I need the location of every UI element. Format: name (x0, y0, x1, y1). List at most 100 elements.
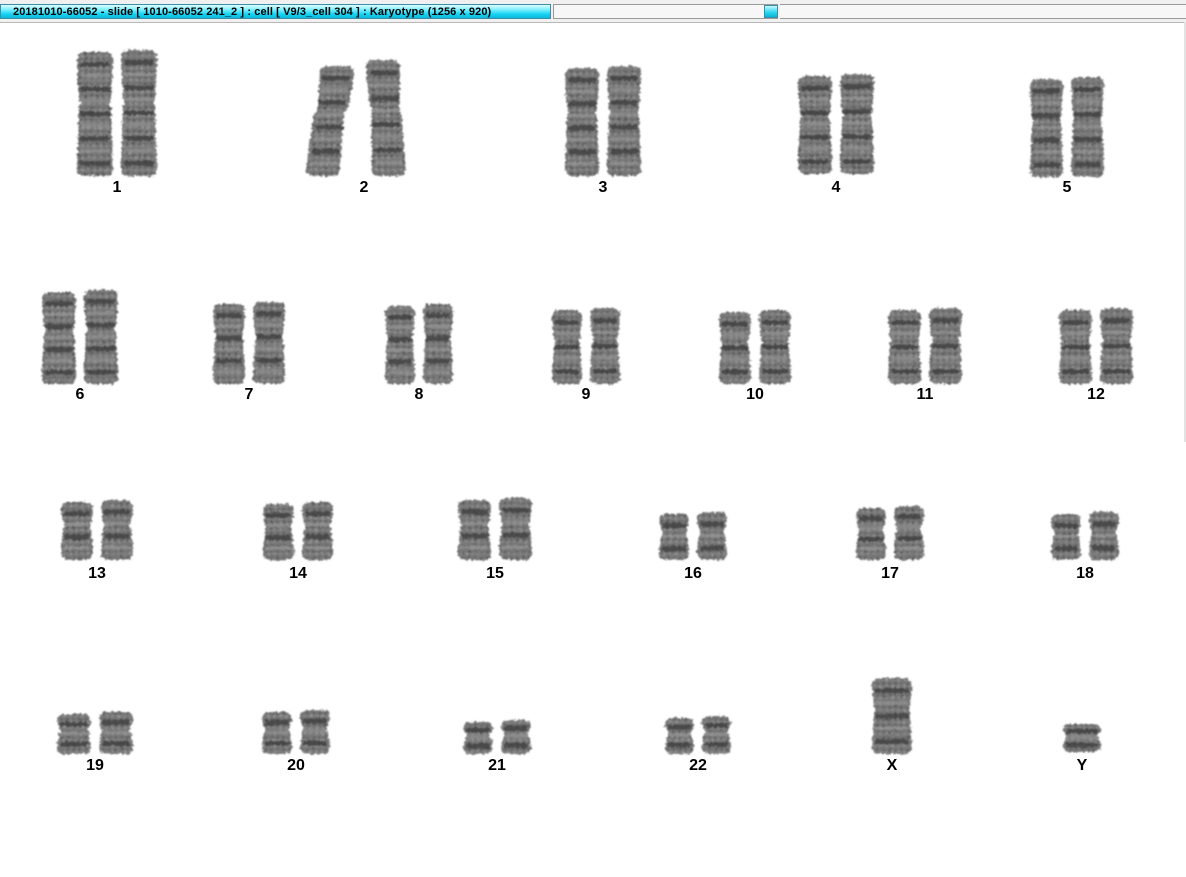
chromosome-pair-16[interactable]: 16 (659, 512, 727, 582)
chromatid-right[interactable] (84, 290, 118, 384)
chromosome-label: 21 (488, 757, 506, 774)
chromosome-pair-9[interactable]: 9 (552, 308, 620, 403)
chromatid-right[interactable] (607, 66, 641, 176)
chromatid-right[interactable] (702, 716, 731, 754)
title-strip-middle (553, 4, 778, 19)
chromosome-label: 19 (86, 757, 104, 774)
chromosome-label: 6 (76, 386, 85, 403)
chromatid-left[interactable] (61, 502, 93, 560)
chromatid-right[interactable] (840, 74, 874, 174)
chromatid-left[interactable] (856, 508, 886, 560)
chromatid-left[interactable] (1051, 514, 1081, 560)
chromatid-left[interactable] (665, 718, 694, 754)
chromosome-label: 13 (88, 565, 106, 582)
chromosome-pair-1[interactable]: 1 (77, 50, 157, 196)
chromosome-label: 8 (415, 386, 424, 403)
chromatid-right[interactable] (929, 308, 962, 384)
chromatid-left[interactable] (213, 304, 245, 384)
chromosome-label: 22 (689, 757, 707, 774)
chromatid-left[interactable] (659, 514, 689, 560)
chromatid-right[interactable] (423, 304, 453, 384)
chromosome-pair-17[interactable]: 17 (856, 506, 924, 582)
chromosome-pair-3[interactable]: 3 (565, 66, 641, 196)
chromatid-right[interactable] (501, 720, 531, 754)
chromosome-pair-7[interactable]: 7 (213, 302, 285, 403)
window-title-tab[interactable]: 20181010-66052 - slide [ 1010-66052 241_… (0, 4, 551, 19)
chromatid-left[interactable] (565, 68, 599, 176)
chromatid-right[interactable] (1100, 308, 1133, 384)
chromatid-left[interactable] (385, 306, 415, 384)
chromosome-pair-19[interactable]: 19 (57, 712, 133, 774)
chromosome-label: 12 (1087, 386, 1105, 403)
chromosome-label: X (887, 757, 898, 774)
window-titlebar: 20181010-66052 - slide [ 1010-66052 241_… (0, 0, 1186, 23)
chromatid-left[interactable] (306, 66, 354, 176)
chromosome-pair-12[interactable]: 12 (1059, 308, 1133, 403)
chromatid-right[interactable] (302, 502, 333, 560)
chromosome-label: 10 (746, 386, 764, 403)
chromatid-right[interactable] (590, 308, 620, 384)
chromatid-right[interactable] (894, 506, 924, 560)
chromatid-left[interactable] (1059, 310, 1092, 384)
chromatid-left[interactable] (463, 722, 493, 754)
chromosome-label: 5 (1063, 179, 1072, 196)
chromosome-pair-X[interactable]: X (872, 678, 912, 774)
chromosome-pair-5[interactable]: 5 (1030, 77, 1104, 196)
chromosome-pair-20[interactable]: 20 (262, 710, 330, 774)
chromatid-left[interactable] (798, 76, 832, 174)
chromatid-right[interactable] (366, 60, 406, 176)
chromatid-left[interactable] (552, 310, 582, 384)
chromosome-label: 14 (289, 565, 307, 582)
chromosome-label: 7 (245, 386, 254, 403)
chromatid-right[interactable] (121, 50, 157, 176)
chromosome-pair-15[interactable]: 15 (458, 498, 532, 582)
chromosome-label: 20 (287, 757, 305, 774)
chromosome-pair-22[interactable]: 22 (665, 716, 731, 774)
chromosome-label: 3 (599, 179, 608, 196)
chromatid-left[interactable] (263, 504, 294, 560)
chromosome-pair-11[interactable]: 11 (888, 308, 962, 403)
chromatid-left[interactable] (57, 714, 91, 754)
chromatid-right[interactable] (99, 712, 133, 754)
chromatid-left[interactable] (262, 712, 292, 754)
chromosome-pair-Y[interactable]: Y (1063, 724, 1101, 774)
chromatid-left[interactable] (42, 292, 76, 384)
chromatid-right[interactable] (300, 710, 330, 754)
chromosome-label: 18 (1076, 565, 1094, 582)
chromatid-right[interactable] (1071, 77, 1104, 177)
chromatid-right[interactable] (697, 512, 727, 560)
chromosome-pair-14[interactable]: 14 (263, 502, 333, 582)
chromosome-label: 1 (113, 179, 122, 196)
chromosome-pair-21[interactable]: 21 (463, 720, 531, 774)
chromosome-label: 16 (684, 565, 702, 582)
window-control-button[interactable] (764, 5, 778, 18)
chromosome-pair-10[interactable]: 10 (719, 310, 791, 403)
chromosome-label: 4 (832, 179, 841, 196)
chromatid-right[interactable] (499, 498, 532, 560)
chromatid-left[interactable] (719, 312, 751, 384)
chromosome-pair-13[interactable]: 13 (61, 500, 133, 582)
chromatid-left[interactable] (458, 500, 491, 560)
chromosome-pair-18[interactable]: 18 (1051, 512, 1119, 582)
chromosome-pair-8[interactable]: 8 (385, 304, 453, 403)
chromatid-single[interactable] (872, 678, 912, 754)
chromosome-label: 17 (881, 565, 899, 582)
chromatid-left[interactable] (1030, 79, 1063, 177)
title-strip-right (780, 4, 1186, 19)
chromatid-left[interactable] (888, 310, 921, 384)
window-title: 20181010-66052 - slide [ 1010-66052 241_… (13, 6, 492, 18)
chromosome-pair-4[interactable]: 4 (798, 74, 874, 196)
chromatid-right[interactable] (759, 310, 791, 384)
chromatid-right[interactable] (253, 302, 285, 384)
chromosome-label: 2 (360, 179, 369, 196)
chromosome-label: 9 (582, 386, 591, 403)
chromatid-single[interactable] (1063, 724, 1101, 752)
chromosome-label: 15 (486, 565, 504, 582)
chromatid-right[interactable] (101, 500, 133, 560)
chromatid-right[interactable] (1089, 512, 1119, 560)
chromosome-label: Y (1077, 757, 1088, 774)
chromosome-label: 11 (917, 386, 934, 403)
chromosome-pair-2[interactable]: 2 (306, 60, 406, 196)
chromatid-left[interactable] (77, 52, 113, 176)
chromosome-pair-6[interactable]: 6 (42, 290, 118, 403)
